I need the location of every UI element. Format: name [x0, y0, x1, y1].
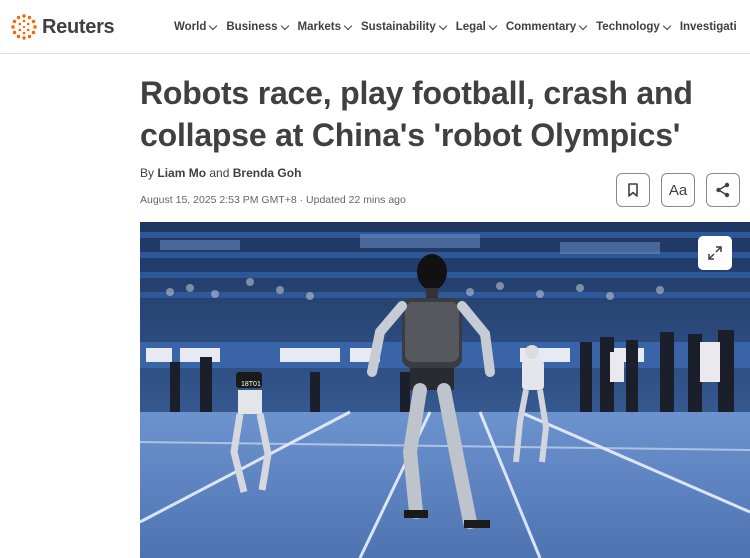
author-link[interactable]: Liam Mo	[157, 166, 206, 180]
site-header: Reuters World Business Markets Sustainab…	[0, 0, 750, 54]
byline-prefix: By	[140, 166, 155, 180]
nav-technology[interactable]: Technology	[596, 21, 672, 33]
nav-sustainability[interactable]: Sustainability	[360, 21, 448, 33]
chevron-down-icon	[438, 21, 448, 30]
chevron-down-icon	[343, 21, 353, 30]
article-photo[interactable]: 18T01	[140, 222, 750, 558]
bookmark-icon	[628, 183, 638, 197]
share-button[interactable]	[706, 173, 740, 207]
nav-markets[interactable]: Markets	[297, 21, 353, 33]
chevron-down-icon	[488, 21, 498, 30]
bib-number: 18T01	[241, 381, 261, 388]
reuters-logo-icon	[11, 14, 37, 40]
nav-label: Technology	[596, 21, 660, 33]
article-tools: Aa	[616, 173, 750, 207]
chevron-down-icon	[280, 21, 289, 30]
nav-world[interactable]: World	[174, 21, 218, 33]
nav-label: World	[174, 21, 207, 33]
chevron-down-icon	[578, 21, 588, 30]
nav-legal[interactable]: Legal	[455, 21, 498, 33]
nav-label: Commentary	[505, 21, 577, 33]
nav-label: Business	[226, 21, 278, 33]
chevron-down-icon	[662, 21, 672, 30]
nav-commentary[interactable]: Commentary	[505, 21, 588, 33]
text-size-button[interactable]: Aa	[661, 173, 695, 207]
byline: By Liam Mo and Brenda Goh	[140, 166, 301, 180]
dateline: August 15, 2025 2:53 PM GMT+8 · Updated …	[140, 194, 406, 206]
nav-investigations[interactable]: Investigati	[680, 21, 737, 33]
nav-label: Sustainability	[360, 21, 436, 33]
logo-wordmark: Reuters	[42, 15, 115, 38]
bookmark-button[interactable]	[616, 173, 650, 207]
reuters-logo[interactable]: Reuters	[10, 12, 115, 42]
main-nav: World Business Markets Sustainability Le…	[174, 0, 750, 54]
share-icon	[716, 182, 730, 198]
expand-icon	[708, 246, 722, 260]
nav-label: Legal	[455, 21, 486, 33]
nav-label: Markets	[297, 21, 341, 33]
nav-business[interactable]: Business	[226, 21, 289, 33]
author-link[interactable]: Brenda Goh	[233, 166, 302, 180]
robot-race-photo: 18T01	[140, 222, 750, 558]
nav-label: Investigati	[679, 21, 737, 33]
chevron-down-icon	[209, 21, 218, 30]
article-headline: Robots race, play football, crash and co…	[140, 75, 693, 153]
expand-photo-button[interactable]	[698, 236, 732, 270]
byline-and: and	[209, 166, 230, 180]
